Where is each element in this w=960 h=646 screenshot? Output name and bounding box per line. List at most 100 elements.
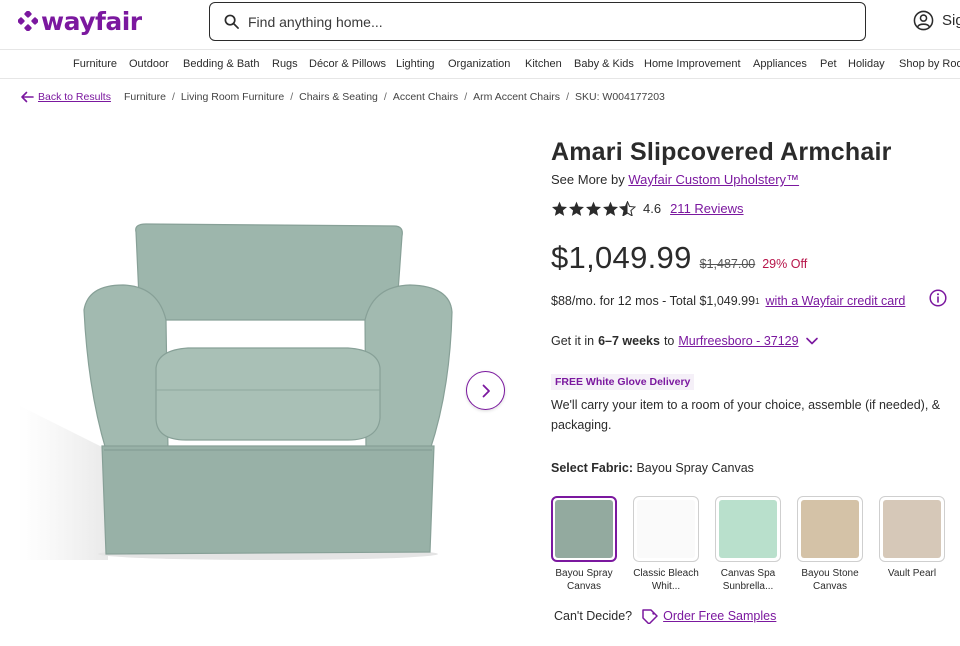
chevron-right-icon <box>482 384 490 397</box>
armchair-image <box>18 223 453 560</box>
nav-item-kitchen[interactable]: Kitchen <box>525 58 562 70</box>
search-bar[interactable] <box>209 2 866 41</box>
chevron-down-icon[interactable] <box>805 336 819 346</box>
category-nav: Furniture Outdoor Bedding & Bath Rugs Dé… <box>0 49 960 79</box>
swatch-box <box>715 496 781 562</box>
info-icon[interactable] <box>929 289 947 307</box>
rating-stars <box>551 201 636 216</box>
fabric-swatch-bayou-spray[interactable]: Bayou Spray Canvas <box>543 496 625 593</box>
nav-item-rugs[interactable]: Rugs <box>272 58 298 70</box>
delivery-location-link[interactable]: Murfreesboro - 37129 <box>678 334 798 348</box>
price-row: $1,049.99 $1,487.00 29% Off <box>551 240 807 276</box>
financing-footnote: 1 <box>755 296 760 306</box>
breadcrumb-sku: SKU: W004177203 <box>574 91 665 103</box>
star-icon <box>552 201 567 216</box>
discount-badge: 29% Off <box>762 257 808 271</box>
reviews-link[interactable]: 211 Reviews <box>670 201 743 216</box>
swatch-box <box>879 496 945 562</box>
star-icon <box>586 201 601 216</box>
product-image[interactable] <box>18 150 518 565</box>
star-icon <box>569 201 584 216</box>
nav-item-pet[interactable]: Pet <box>820 58 837 70</box>
breadcrumb-item[interactable]: Living Room Furniture <box>181 91 284 103</box>
search-input[interactable] <box>248 13 828 30</box>
order-free-samples-link[interactable]: Order Free Samples <box>663 609 776 623</box>
credit-card-link[interactable]: with a Wayfair credit card <box>766 294 906 308</box>
fabric-swatch-vault-pearl[interactable]: Vault Pearl <box>871 496 953 580</box>
logo-text: wayfair <box>41 6 142 36</box>
star-icon <box>603 201 618 216</box>
see-more-brand: See More by Wayfair Custom Upholstery™ <box>551 172 799 187</box>
selected-fabric-name: Bayou Spray Canvas <box>636 461 754 475</box>
see-more-prefix: See More by <box>551 172 625 187</box>
fabric-swatch-canvas-spa[interactable]: Canvas Spa Sunbrella... <box>707 496 789 593</box>
nav-item-holiday[interactable]: Holiday <box>848 58 885 70</box>
swatch-box <box>551 496 617 562</box>
swatch-label: Vault Pearl <box>887 568 937 579</box>
breadcrumb-item[interactable]: Accent Chairs <box>393 91 458 103</box>
swatch-fill <box>637 500 695 558</box>
select-fabric-label: Select Fabric: <box>551 461 633 475</box>
nav-item-shop-by-room[interactable]: Shop by Roo <box>899 58 960 70</box>
half-star-icon <box>619 201 636 216</box>
nav-item-furniture[interactable]: Furniture <box>73 58 117 70</box>
nav-item-decor-pillows[interactable]: Décor & Pillows <box>309 58 386 70</box>
swatch-fill <box>719 500 777 558</box>
nav-item-outdoor[interactable]: Outdoor <box>129 58 169 70</box>
account-button[interactable]: Sig <box>913 10 960 31</box>
wayfair-logo-icon <box>18 11 38 31</box>
swatch-fill <box>883 500 941 558</box>
swatch-fill <box>801 500 859 558</box>
breadcrumb-separator: / <box>464 91 468 103</box>
next-image-button[interactable] <box>466 371 505 410</box>
order-samples: Can't Decide? Order Free Samples <box>554 608 776 624</box>
financing-text: $88/mo. for 12 mos - Total $1,049.99 <box>551 294 756 308</box>
nav-item-organization[interactable]: Organization <box>448 58 510 70</box>
swatch-label: Canvas Spa Sunbrella... <box>720 568 776 592</box>
nav-item-lighting[interactable]: Lighting <box>396 58 435 70</box>
breadcrumb-separator: / <box>383 91 387 103</box>
fabric-swatch-bayou-stone[interactable]: Bayou Stone Canvas <box>789 496 871 593</box>
delivery-time: 6–7 weeks <box>598 334 660 348</box>
account-icon <box>913 10 934 31</box>
cant-decide-label: Can't Decide? <box>554 609 633 623</box>
swatch-label: Classic Bleach Whit... <box>633 568 699 592</box>
breadcrumb-separator: / <box>290 91 294 103</box>
swatch-label: Bayou Stone Canvas <box>801 568 859 592</box>
arrow-left-icon <box>21 91 34 103</box>
breadcrumb-item[interactable]: Chairs & Seating <box>299 91 378 103</box>
sale-price: $1,049.99 <box>551 240 692 275</box>
swatch-box <box>633 496 699 562</box>
brand-link[interactable]: Wayfair Custom Upholstery™ <box>628 172 799 187</box>
product-rating: 4.6 211 Reviews <box>551 201 744 216</box>
fabric-swatch-classic-bleach-white[interactable]: Classic Bleach Whit... <box>625 496 707 593</box>
nav-item-bedding-bath[interactable]: Bedding & Bath <box>183 58 259 70</box>
search-icon <box>224 14 239 29</box>
breadcrumb-item[interactable]: Furniture <box>124 91 166 103</box>
select-fabric: Select Fabric: Bayou Spray Canvas <box>551 461 754 475</box>
white-glove-description: We'll carry your item to a room of your … <box>551 398 941 432</box>
tag-icon <box>642 609 658 624</box>
delivery-prefix: Get it in <box>551 334 595 348</box>
wayfair-logo[interactable]: wayfair <box>18 6 142 36</box>
nav-item-home-improvement[interactable]: Home Improvement <box>644 58 741 70</box>
breadcrumb: Back to Results Furniture / Living Room … <box>20 90 665 104</box>
product-title: Amari Slipcovered Armchair <box>551 138 892 166</box>
rating-value: 4.6 <box>643 201 662 216</box>
header: wayfair Sig <box>0 0 960 48</box>
account-label: Sig <box>942 12 960 29</box>
breadcrumb-item[interactable]: Arm Accent Chairs <box>473 91 560 103</box>
white-glove-badge: FREE White Glove Delivery <box>551 374 695 390</box>
swatch-box <box>797 496 863 562</box>
swatch-fill <box>555 500 613 558</box>
nav-item-appliances[interactable]: Appliances <box>753 58 807 70</box>
breadcrumb-separator: / <box>171 91 175 103</box>
swatch-label: Bayou Spray Canvas <box>555 568 613 592</box>
financing-offer: $88/mo. for 12 mos - Total $1,049.99 1 wi… <box>551 294 905 308</box>
breadcrumb-separator: / <box>566 91 569 103</box>
nav-item-baby-kids[interactable]: Baby & Kids <box>574 58 634 70</box>
delivery-to: to <box>663 334 675 348</box>
back-to-results-link[interactable]: Back to Results <box>38 91 111 103</box>
delivery-estimate: Get it in 6–7 weeks to Murfreesboro - 37… <box>551 334 819 348</box>
original-price: $1,487.00 <box>699 257 756 271</box>
